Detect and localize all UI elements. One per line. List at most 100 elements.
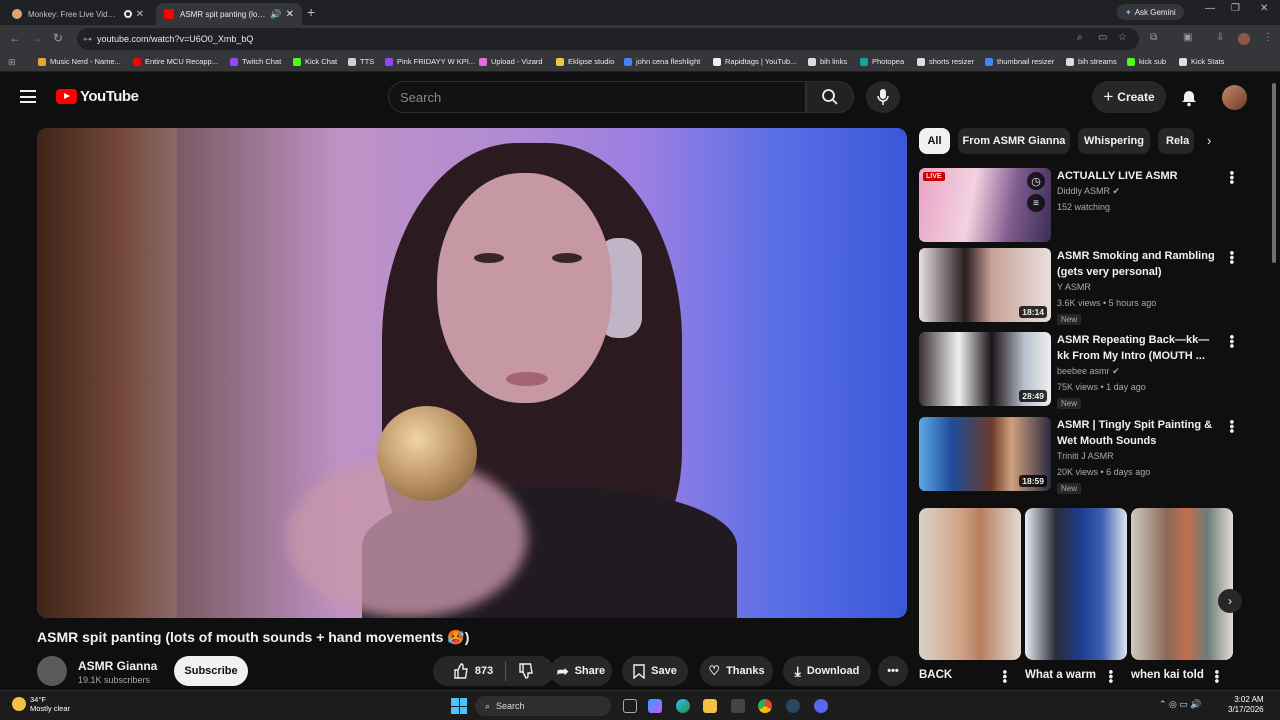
recommendation-channel[interactable]: Y ASMR	[1057, 282, 1091, 292]
store-icon[interactable]	[731, 699, 745, 713]
more-vertical-icon[interactable]: •••	[1103, 670, 1118, 684]
download-button[interactable]: ⤓ Download	[783, 656, 871, 686]
account-avatar[interactable]	[1222, 85, 1247, 110]
recommendation-channel[interactable]: Triniti J ASMR	[1057, 451, 1114, 461]
bookmark-item[interactable]: bih links	[808, 57, 847, 66]
recommendation-channel[interactable]: beebee asmr ✔	[1057, 366, 1120, 377]
chip-all[interactable]: All	[919, 128, 950, 154]
bookmark-item[interactable]: bih streams	[1066, 57, 1117, 66]
minimize-window-icon[interactable]: —	[1205, 3, 1215, 14]
close-tab-icon[interactable]: ✕	[136, 9, 144, 20]
recommendation-title[interactable]: ASMR Smoking and Rambling (gets very per…	[1057, 248, 1217, 280]
windows-start-icon[interactable]	[451, 698, 467, 714]
bookmark-item[interactable]: Kick Stats	[1179, 57, 1224, 66]
browser-menu-icon[interactable]: ⋮	[1263, 32, 1273, 43]
apps-grid-icon[interactable]: ⊞	[8, 57, 16, 68]
thanks-button[interactable]: ♡ Thanks	[700, 656, 773, 686]
bookmark-item[interactable]: Kick Chat	[293, 57, 337, 66]
chip-whispering[interactable]: Whispering	[1078, 128, 1150, 154]
more-vertical-icon[interactable]: •••	[1224, 171, 1239, 185]
zoom-icon[interactable]: ⌕	[1077, 32, 1083, 43]
search-button[interactable]	[806, 81, 854, 113]
channel-name[interactable]: ASMR Gianna	[78, 659, 157, 673]
close-window-icon[interactable]: ✕	[1260, 3, 1268, 14]
forward-icon[interactable]: →	[31, 31, 43, 45]
bookmark-item[interactable]: john cena fleshlight	[624, 57, 700, 66]
more-vertical-icon[interactable]: •••	[1224, 335, 1239, 349]
bookmark-item[interactable]: Twitch Chat	[230, 57, 281, 66]
recommendation-item[interactable]: 18:14 ASMR Smoking and Rambling (gets ve…	[919, 248, 1259, 325]
voice-search-button[interactable]	[866, 81, 900, 113]
notifications-bell-icon[interactable]	[1180, 89, 1198, 107]
recommendation-title[interactable]: ASMR Repeating Back—kk—kk From My Intro …	[1057, 332, 1217, 364]
recommendation-item[interactable]: LIVE ◷ ≡ ACTUALLY LIVE ASMR Diddly ASMR …	[919, 168, 1259, 244]
bookmark-item[interactable]: thumbnail resizer	[985, 57, 1054, 66]
recommendation-channel[interactable]: Diddly ASMR ✔	[1057, 186, 1120, 197]
discord-icon[interactable]	[814, 699, 828, 713]
back-icon[interactable]: ←	[9, 31, 21, 45]
bookmark-item[interactable]: TTS	[348, 57, 374, 66]
save-button[interactable]: Save	[622, 656, 688, 686]
search-input[interactable]: Search	[388, 81, 806, 113]
more-vertical-icon[interactable]: •••	[1209, 670, 1224, 684]
new-tab-button[interactable]: +	[307, 4, 315, 20]
share-button[interactable]: ➦ Share	[550, 656, 612, 686]
short-title[interactable]: BACK	[919, 669, 952, 681]
chevron-right-icon[interactable]: ›	[1207, 133, 1211, 148]
clock[interactable]: 3:02 AM 3/17/2026	[1228, 695, 1264, 715]
menu-icon[interactable]	[20, 90, 36, 103]
page-scrollbar[interactable]	[1272, 83, 1276, 263]
system-tray-icons[interactable]: ⌃ ◎ ▭ 🔊	[1159, 699, 1202, 710]
bookmark-item[interactable]: Eklipse studio	[556, 57, 614, 66]
bookmark-item[interactable]: Entire MCU Recapp...	[133, 57, 218, 66]
recommendation-item[interactable]: 28:49 ASMR Repeating Back—kk—kk From My …	[919, 332, 1259, 409]
more-vertical-icon[interactable]: •••	[1224, 420, 1239, 434]
bookmark-item[interactable]: Rapidtags | YouTub...	[713, 57, 796, 66]
bookmark-item[interactable]: Upload - Vizard	[479, 57, 543, 66]
short-thumbnail[interactable]	[1025, 508, 1127, 660]
cast-icon[interactable]: ▭	[1098, 32, 1107, 43]
chip-related[interactable]: Rela	[1158, 128, 1194, 154]
file-explorer-icon[interactable]	[703, 699, 717, 713]
task-view-icon[interactable]	[623, 699, 637, 713]
ask-gemini-button[interactable]: ✦ Ask Gemini	[1117, 4, 1184, 20]
more-actions-button[interactable]: •••	[878, 656, 908, 686]
video-thumbnail[interactable]: 18:14	[919, 248, 1051, 322]
copilot-icon[interactable]	[648, 699, 662, 713]
restore-window-icon[interactable]: ❐	[1231, 3, 1240, 14]
chip-from-channel[interactable]: From ASMR Gianna	[958, 128, 1070, 154]
close-tab-icon[interactable]: ✕	[286, 9, 294, 20]
recommendation-item[interactable]: 18:59 ASMR | Tingly Spit Painting & Wet …	[919, 417, 1259, 494]
video-thumbnail[interactable]: 28:49	[919, 332, 1051, 406]
add-to-queue-icon[interactable]: ≡	[1027, 194, 1045, 212]
chrome-icon[interactable]	[758, 699, 772, 713]
bookmark-item[interactable]: Photopea	[860, 57, 904, 66]
short-title[interactable]: when kai told	[1131, 669, 1204, 681]
subscribe-button[interactable]: Subscribe	[174, 656, 248, 686]
address-bar[interactable]: ⊶ youtube.com/watch?v=U6O0_Xmb_bQ	[77, 28, 1139, 50]
bookmark-item[interactable]: Pink FRIDAYY W KPI...	[385, 57, 475, 66]
site-info-icon[interactable]: ⊶	[83, 34, 92, 45]
like-button[interactable]: 873	[453, 663, 493, 679]
audio-playing-icon[interactable]: 🔊	[270, 9, 281, 20]
sidepanel-icon[interactable]: ▣	[1183, 32, 1192, 43]
youtube-logo[interactable]: YouTube	[56, 88, 139, 105]
short-thumbnail[interactable]	[1131, 508, 1233, 660]
steam-icon[interactable]	[786, 699, 800, 713]
more-vertical-icon[interactable]: •••	[1224, 251, 1239, 265]
bookmark-item[interactable]: shorts resizer	[917, 57, 974, 66]
more-vertical-icon[interactable]: •••	[997, 670, 1012, 684]
bookmark-star-icon[interactable]: ☆	[1118, 32, 1127, 43]
download-bar-icon[interactable]: ⇩	[1216, 32, 1224, 43]
watch-later-icon[interactable]: ◷	[1027, 172, 1045, 190]
browser-tab[interactable]: Monkey: Free Live Video Ch ✕	[4, 3, 152, 25]
weather-widget[interactable]: 34°F Mostly clear	[12, 695, 70, 713]
video-player[interactable]	[37, 128, 907, 618]
video-thumbnail[interactable]: 18:59	[919, 417, 1051, 491]
bookmark-item[interactable]: Music Nerd - Name...	[38, 57, 121, 66]
edge-icon[interactable]	[676, 699, 690, 713]
thumbs-down-icon[interactable]	[518, 663, 534, 679]
shorts-next-button[interactable]: ›	[1218, 589, 1242, 613]
browser-tab-active[interactable]: ASMR spit panting (lots of 🔊 ✕	[156, 3, 302, 25]
bookmark-item[interactable]: kick sub	[1127, 57, 1166, 66]
